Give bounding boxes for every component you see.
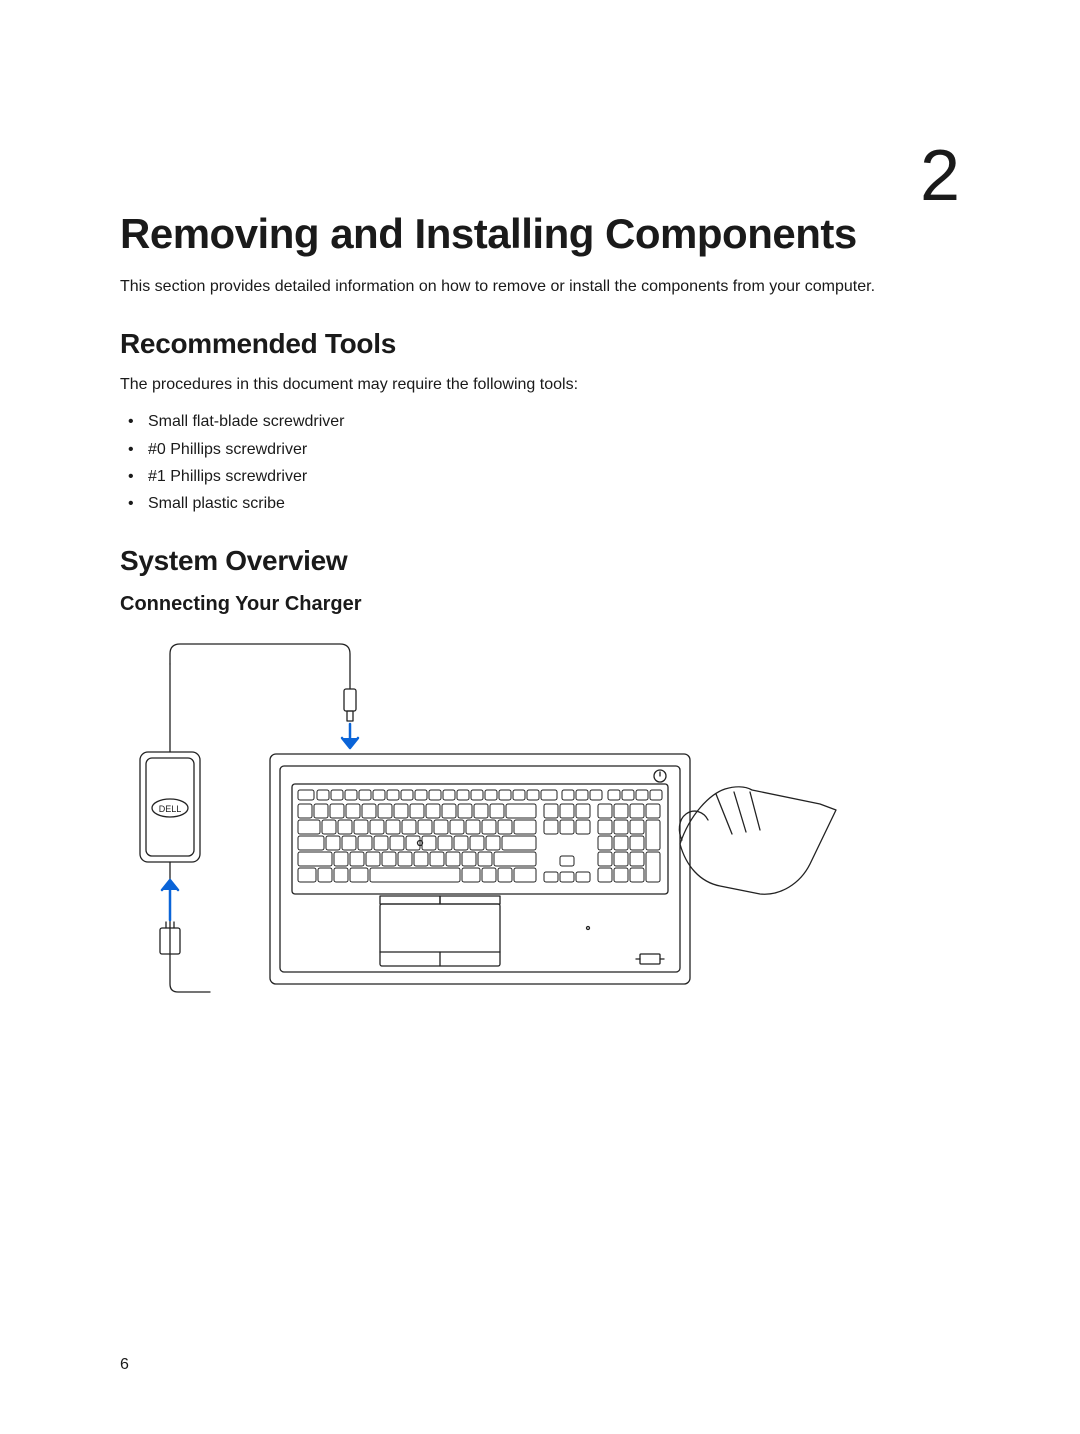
section-heading-tools: Recommended Tools bbox=[120, 328, 960, 360]
figure-connecting-charger: DELL bbox=[120, 634, 960, 994]
subsection-heading-charger: Connecting Your Charger bbox=[120, 593, 960, 616]
page-title: Removing and Installing Components bbox=[120, 210, 960, 258]
list-item: Small flat-blade screwdriver bbox=[120, 408, 960, 435]
list-item: #0 Phillips screwdriver bbox=[120, 436, 960, 463]
page-number: 6 bbox=[120, 1356, 129, 1374]
list-item: Small plastic scribe bbox=[120, 490, 960, 517]
adapter-label: DELL bbox=[159, 804, 182, 814]
tools-lead: The procedures in this document may requ… bbox=[120, 376, 960, 394]
section-heading-overview: System Overview bbox=[120, 545, 960, 577]
chapter-number: 2 bbox=[920, 135, 960, 217]
charger-diagram-icon: DELL bbox=[120, 634, 840, 994]
tools-list: Small flat-blade screwdriver #0 Phillips… bbox=[120, 408, 960, 517]
intro-paragraph: This section provides detailed informati… bbox=[120, 276, 920, 298]
list-item: #1 Phillips screwdriver bbox=[120, 463, 960, 490]
page: 2 Removing and Installing Components Thi… bbox=[0, 0, 1080, 1434]
